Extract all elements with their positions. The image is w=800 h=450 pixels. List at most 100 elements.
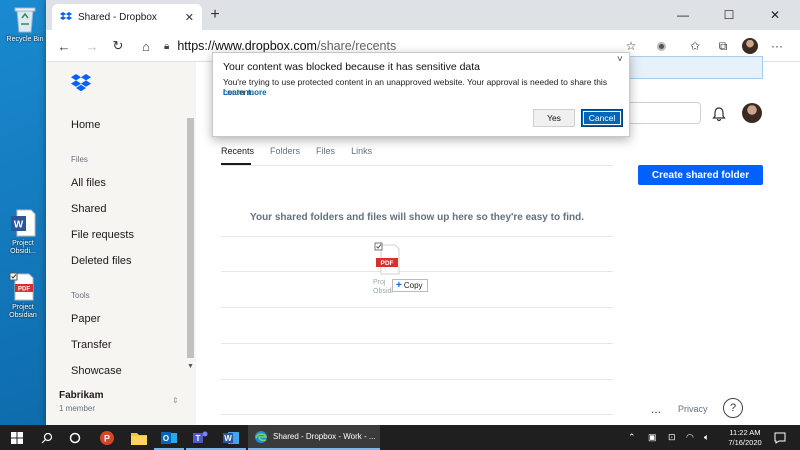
browser-tab[interactable]: Shared - Dropbox ✕ xyxy=(52,4,202,30)
favorites-icon[interactable]: ✩ xyxy=(686,37,704,55)
dialog-title: Your content was blocked because it has … xyxy=(223,61,481,73)
lock-icon: 🔒︎ xyxy=(164,40,170,52)
new-tab-icon[interactable]: + xyxy=(206,6,224,24)
teams-icon[interactable]: T xyxy=(186,425,216,450)
close-window-icon[interactable]: ✕ xyxy=(752,0,798,30)
sidebar: Home Files All files Shared File request… xyxy=(46,62,196,425)
show-hidden-icons-icon[interactable]: ⌃ xyxy=(628,425,636,450)
url-path: /share/recents xyxy=(316,39,397,53)
file-explorer-icon[interactable] xyxy=(124,425,154,450)
help-icon[interactable]: ? xyxy=(723,398,743,418)
tab-strip: Shared - Dropbox ✕ + — ☐ ✕ xyxy=(46,0,800,30)
plus-icon: + xyxy=(396,280,402,291)
sidebar-item-paper[interactable]: Paper xyxy=(71,313,100,325)
refresh-icon[interactable]: ↻ xyxy=(108,36,128,56)
home-icon[interactable]: ⌂ xyxy=(136,36,156,56)
scroll-down-icon[interactable]: ▼ xyxy=(187,363,194,370)
list-divider xyxy=(221,236,613,237)
close-tab-icon[interactable]: ✕ xyxy=(185,11,194,24)
notifications-icon[interactable] xyxy=(774,425,786,450)
team-switch-chevron-icon[interactable]: ⇕ xyxy=(172,396,179,405)
svg-text:PDF: PDF xyxy=(18,287,30,293)
desktop-icon-label: Project Obsidi... xyxy=(10,240,36,255)
powerpoint-icon[interactable]: P xyxy=(92,425,122,450)
create-shared-folder-button[interactable]: Create shared folder xyxy=(638,165,763,185)
outlook-icon[interactable]: O xyxy=(154,425,184,450)
desktop-icon-label: Recycle Bin xyxy=(6,36,44,43)
sidebar-item-transfer[interactable]: Transfer xyxy=(71,339,112,351)
list-divider xyxy=(221,414,613,415)
wifi-icon[interactable]: ◠ xyxy=(686,425,694,450)
tab-files[interactable]: Files xyxy=(316,146,335,166)
notification-bell-icon[interactable] xyxy=(711,106,727,122)
edge-icon xyxy=(255,430,267,443)
profile-avatar[interactable] xyxy=(742,38,758,54)
search-icon[interactable] xyxy=(32,425,62,450)
dropbox-favicon-icon xyxy=(60,12,72,20)
sidebar-section-tools: Tools xyxy=(71,291,90,300)
volume-icon[interactable]: 🔈︎ xyxy=(704,425,709,450)
footer-privacy-link[interactable]: Privacy xyxy=(678,404,708,414)
sidebar-item-home[interactable]: Home xyxy=(71,119,100,131)
team-name[interactable]: Fabrikam xyxy=(59,390,103,401)
word-icon[interactable]: W xyxy=(216,425,246,450)
svg-text:O: O xyxy=(163,434,169,443)
recycle-bin-icon xyxy=(11,4,39,34)
team-members: 1 member xyxy=(59,404,96,413)
cancel-button[interactable]: Cancel xyxy=(581,109,623,127)
desktop-icon-pdf[interactable]: PDF Project Obsidian xyxy=(0,272,46,320)
taskbar-edge-window[interactable]: Shared - Dropbox - Work - ... xyxy=(248,425,380,450)
meet-now-icon[interactable]: ▣ xyxy=(648,425,657,450)
sensitive-data-dialog: ˅ Your content was blocked because it ha… xyxy=(212,52,630,137)
copy-drag-tooltip: + Copy xyxy=(392,279,428,292)
pdf-document-icon: PDF xyxy=(9,272,37,302)
sidebar-item-showcase[interactable]: Showcase xyxy=(71,365,122,377)
url-host: https://www.dropbox.com xyxy=(177,39,317,53)
back-icon[interactable]: ← xyxy=(54,36,74,56)
dialog-close-icon[interactable]: ˅ xyxy=(617,54,623,65)
sidebar-item-deleted-files[interactable]: Deleted files xyxy=(71,255,132,267)
tabs-divider xyxy=(221,165,613,166)
yes-button[interactable]: Yes xyxy=(533,109,575,127)
sidebar-item-file-requests[interactable]: File requests xyxy=(71,229,134,241)
svg-text:W: W xyxy=(224,434,232,443)
minimize-icon[interactable]: — xyxy=(660,0,706,30)
dragged-file[interactable]: PDF xyxy=(373,242,403,282)
list-divider xyxy=(221,307,613,308)
list-divider xyxy=(221,343,613,344)
tab-links[interactable]: Links xyxy=(351,146,372,166)
dialog-body: You're trying to use protected content i… xyxy=(223,77,608,97)
sidebar-item-shared[interactable]: Shared xyxy=(71,203,106,215)
dropbox-logo-icon[interactable] xyxy=(71,74,91,92)
empty-state-message: Your shared folders and files will show … xyxy=(250,212,584,223)
list-divider xyxy=(221,271,613,272)
tab-folders[interactable]: Folders xyxy=(270,146,300,166)
system-clock[interactable]: 11:22 AM 7/16/2020 xyxy=(720,428,770,448)
task-view-icon[interactable] xyxy=(60,425,90,450)
footer-more-icon[interactable]: ... xyxy=(651,402,661,416)
more-menu-icon[interactable]: ··· xyxy=(768,37,786,55)
windows-start-icon[interactable] xyxy=(2,425,32,450)
learn-more-link[interactable]: Learn more xyxy=(223,88,267,97)
tab-title: Shared - Dropbox xyxy=(78,11,157,23)
network-icon[interactable]: ⊡ xyxy=(668,425,676,450)
sidebar-scrollbar[interactable] xyxy=(187,118,194,358)
word-document-icon: W xyxy=(9,208,37,238)
taskbar-window-title: Shared - Dropbox - Work - ... xyxy=(273,432,376,441)
clock-time: 11:22 AM xyxy=(729,428,761,437)
desktop-icon-label: Project Obsidian xyxy=(9,304,37,319)
sidebar-item-all-files[interactable]: All files xyxy=(71,177,106,189)
desktop-icon-word-doc[interactable]: W Project Obsidi... xyxy=(0,208,46,256)
svg-text:T: T xyxy=(196,434,201,443)
collections-icon[interactable]: ⧉ xyxy=(714,37,732,55)
pdf-badge-label: PDF xyxy=(381,260,394,267)
account-avatar[interactable] xyxy=(742,103,762,123)
forward-icon[interactable]: → xyxy=(82,36,102,56)
extension-icon[interactable] xyxy=(652,37,670,55)
pdf-drag-icon: PDF xyxy=(374,242,400,275)
dragged-file-name: Proj Obsidi xyxy=(373,279,393,295)
maximize-icon[interactable]: ☐ xyxy=(706,0,752,30)
desktop-icon-recycle-bin[interactable]: Recycle Bin xyxy=(2,4,48,44)
svg-text:W: W xyxy=(14,220,24,231)
clock-date: 7/16/2020 xyxy=(728,438,762,447)
